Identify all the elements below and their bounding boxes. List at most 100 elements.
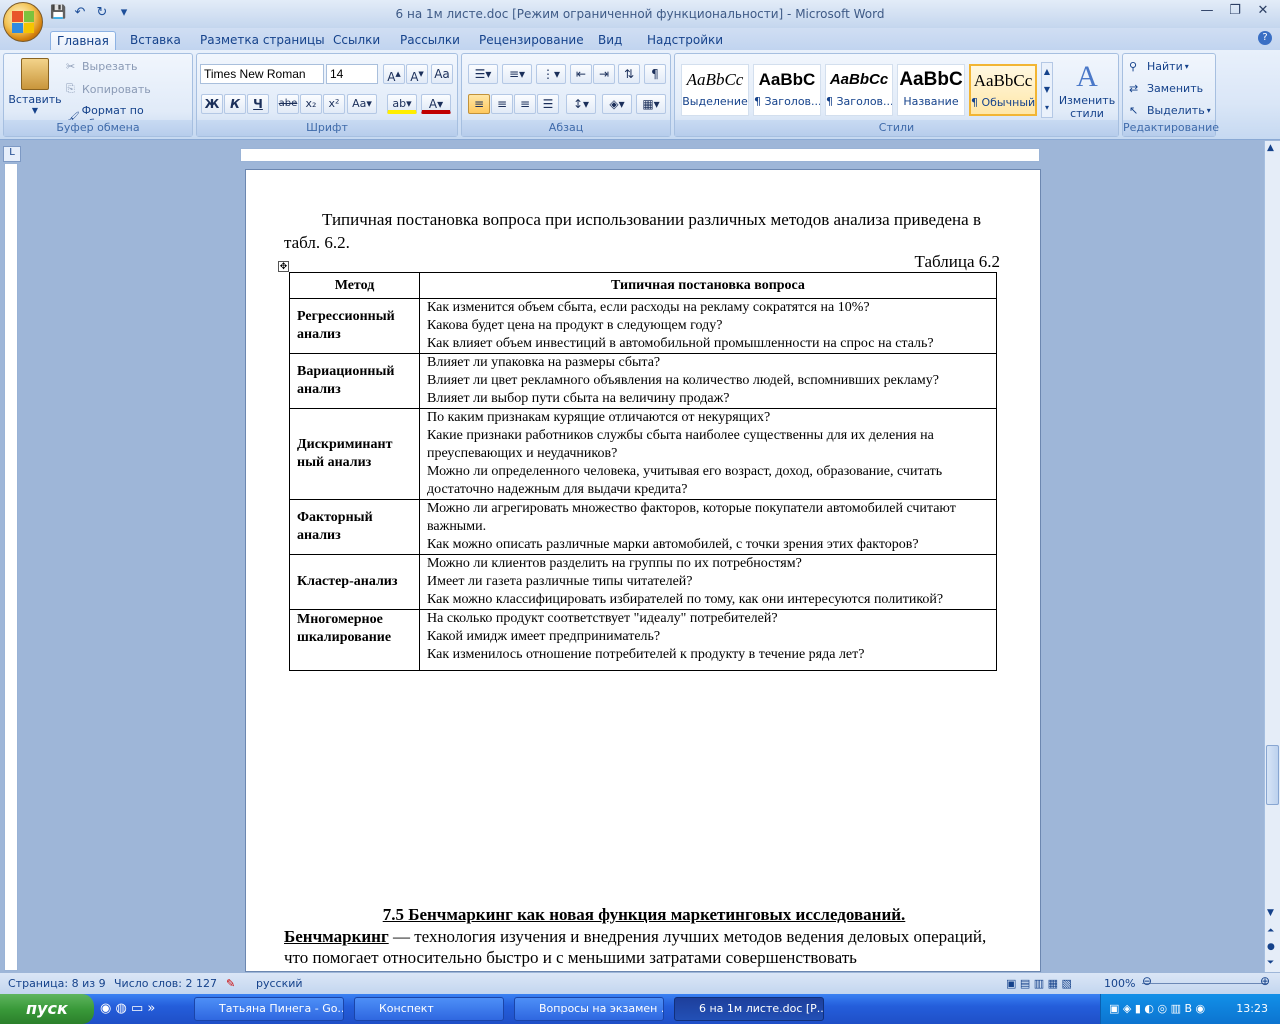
clipboard-group-label: Буфер обмена [4,120,192,136]
taskbar-item-chrome[interactable]: Татьяна Пинега - Go... [194,997,344,1021]
vertical-ruler[interactable] [4,163,18,971]
next-page-icon[interactable]: ⏷ [1267,958,1274,968]
clear-format-icon[interactable]: Aa [431,64,453,84]
table-row: Регрессионный анализ Как изменится объем… [289,298,997,354]
replace-label: Заменить [1147,82,1204,95]
question-line: По каким признакам курящие отличаются от… [427,410,771,425]
quick-launch-icons[interactable]: ◉ ◍ ▭ » [100,1001,155,1016]
increase-indent-icon[interactable]: ⇥ [593,64,615,84]
tab-selector[interactable]: L [3,146,21,162]
select-label: Выделить [1147,104,1205,117]
replace-button[interactable]: ⇄ Заменить [1129,82,1203,95]
style-heading-1[interactable]: AaBbC ¶ Заголов... [753,64,821,116]
word-count[interactable]: Число слов: 2 127 [114,977,217,990]
font-name-select[interactable]: Times New Roman [200,64,324,84]
font-color-icon[interactable]: A▾ [421,94,451,114]
tab-insert[interactable]: Вставка [124,31,187,50]
tab-review[interactable]: Рецензирование [473,31,590,50]
decrease-indent-icon[interactable]: ⇤ [570,64,592,84]
style-title[interactable]: AaBbC Название [897,64,965,116]
align-center-icon[interactable]: ≡ [491,94,513,114]
subscript-icon[interactable]: x₂ [300,94,322,114]
tray-icons[interactable]: ▣ ◈ ▮ ◐ ◎ ▥ B ◉ [1109,1002,1205,1015]
justify-icon[interactable]: ☰ [537,94,559,114]
bullets-icon[interactable]: ☰▾ [468,64,498,84]
superscript-icon[interactable]: x² [323,94,345,114]
tab-view[interactable]: Вид [592,31,628,50]
align-left-icon[interactable]: ≡ [468,94,490,114]
definition-text: — технология изучения и внедрения лучших… [284,927,987,967]
underline-icon[interactable]: Ч [247,94,269,114]
borders-icon[interactable]: ▦▾ [636,94,666,114]
previous-page-icon[interactable]: ⏶ [1267,926,1274,936]
question-line: Какой имидж имеет предприниматель? [427,629,661,644]
select-button[interactable]: ↖ Выделить ▾ [1129,104,1211,117]
strikethrough-icon[interactable]: abe [277,94,299,114]
view-buttons-icon[interactable]: ▣ ▤ ▥ ▦ ▧ [1006,977,1072,990]
shrink-font-icon[interactable]: A▼ [406,64,428,84]
vertical-scrollbar[interactable]: ▲ ▼ ⏶ ● ⏷ [1264,141,1280,972]
zoom-level[interactable]: 100% [1104,977,1135,990]
zoom-out-icon[interactable]: ⊖ [1142,974,1152,988]
bold-icon[interactable]: Ж [201,94,223,114]
numbering-icon[interactable]: ≡▾ [502,64,532,84]
sort-icon[interactable]: ⇅ [618,64,640,84]
taskbar-item-folder[interactable]: Конспект [354,997,504,1021]
pilcrow-icon[interactable]: ¶ [644,64,666,84]
question-line: Можно ли определенного человека, учитыва… [427,464,943,497]
tab-references[interactable]: Ссылки [327,31,386,50]
line-spacing-icon[interactable]: ↕▾ [566,94,596,114]
help-icon[interactable]: ? [1258,31,1272,45]
paragraph-group: ☰▾ ≡▾ ⋮▾ ⇤ ⇥ ⇅ ¶ ≡ ≡ ≡ ☰ ↕▾ ◈▾ ▦▾ Абзац [461,53,671,137]
scroll-up-icon[interactable]: ▲ [1267,143,1274,153]
tab-mailings[interactable]: Рассылки [394,31,466,50]
style-heading-2[interactable]: AaBbCc ¶ Заголов... [825,64,893,116]
minimize-button[interactable]: — [1194,2,1220,20]
multilevel-list-icon[interactable]: ⋮▾ [536,64,566,84]
cut-button[interactable]: ✂ Вырезать [66,60,137,73]
cursor-icon: ↖ [1129,104,1139,117]
style-preview: AaBbC [758,70,816,89]
header-question: Типичная постановка вопроса [419,272,997,299]
highlight-icon[interactable]: ab▾ [387,94,417,114]
browse-object-icon[interactable]: ● [1267,942,1275,952]
restore-button[interactable]: ❐ [1222,2,1248,20]
document-page[interactable]: Типичная постановка вопроса при использо… [245,169,1041,972]
scroll-down-icon[interactable]: ▼ [1267,908,1274,918]
start-button[interactable]: пуск [0,994,94,1024]
proofing-icon[interactable]: ✎ [226,977,235,990]
page-indicator[interactable]: Страница: 8 из 9 [8,977,106,990]
change-styles-button[interactable]: A Изменить стили [1057,60,1117,120]
scrollbar-thumb[interactable] [1266,745,1279,805]
taskbar-item-word-doc[interactable]: Вопросы на экзамен ... [514,997,664,1021]
taskbar-item-word-active[interactable]: 6 на 1м листе.doc [Р... [674,997,824,1021]
grow-font-icon[interactable]: A▲ [383,64,405,84]
italic-icon[interactable]: К [224,94,246,114]
shading-icon[interactable]: ◈▾ [602,94,632,114]
change-case-icon[interactable]: Aa▾ [347,94,377,114]
method-cell: Кластер-анализ [289,554,420,610]
language-indicator[interactable]: русский [256,977,303,990]
copy-button[interactable]: ⎘ Копировать [66,82,151,96]
font-size-select[interactable]: 14 [326,64,378,84]
tab-home[interactable]: Главная [50,31,116,50]
zoom-in-icon[interactable]: ⊕ [1260,974,1270,988]
tab-page-layout[interactable]: Разметка страницы [194,31,331,50]
styles-scroll[interactable]: ▲ ▼ ▾ [1041,62,1053,118]
close-button[interactable]: ✕ [1250,2,1276,20]
tab-addins[interactable]: Надстройки [641,31,729,50]
align-right-icon[interactable]: ≡ [514,94,536,114]
status-bar: Страница: 8 из 9 Число слов: 2 127 ✎ рус… [0,972,1280,994]
paste-button[interactable]: Вставить ▼ [8,58,62,118]
table-move-handle-icon[interactable]: ✥ [278,261,289,272]
style-preview: AaBbC [899,69,963,90]
find-button[interactable]: ⚲ Найти ▾ [1129,60,1189,73]
question-cell: Можно ли агрегировать множество факторов… [419,499,997,555]
style-normal[interactable]: AaBbCc ¶ Обычный [969,64,1037,116]
style-emphasis[interactable]: AaBbCc Выделение [681,64,749,116]
method-cell: Регрессионный анализ [289,298,420,354]
horizontal-ruler[interactable] [240,148,1040,162]
office-button[interactable] [3,2,43,42]
copy-label: Копировать [82,82,151,96]
question-line: Как можно описать различные марки автомо… [427,537,919,552]
